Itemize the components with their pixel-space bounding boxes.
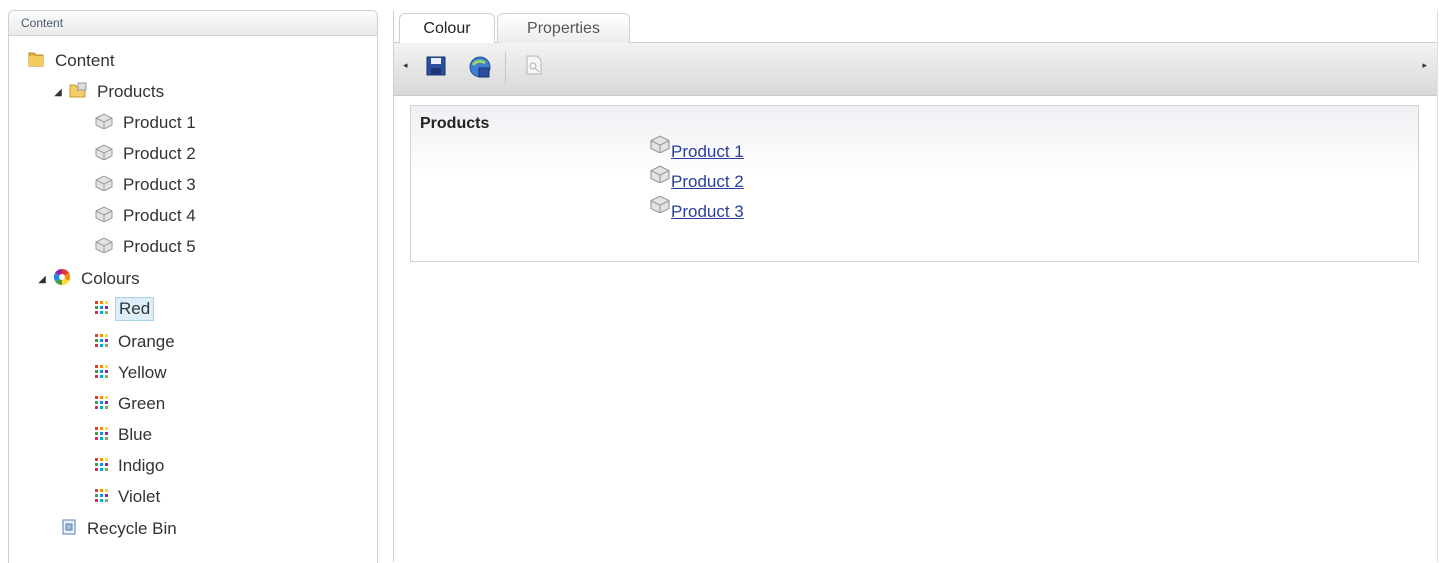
product-box-icon [95, 174, 113, 196]
editor-panel: Colour Properties ◂ ▸ Products Product 1… [393, 10, 1438, 562]
colour-grid-icon [95, 425, 108, 445]
tree-node-label-selected: Red [115, 297, 155, 321]
product-link[interactable]: Product 2 [671, 172, 744, 192]
tree-node-label: Indigo [118, 456, 165, 475]
preview-icon[interactable] [525, 55, 549, 79]
tree-node-violet[interactable]: Violet [95, 485, 163, 509]
tree-node-indigo[interactable]: Indigo [95, 454, 167, 478]
property-label: Products [420, 115, 490, 132]
recycle-bin-icon [61, 519, 77, 540]
product-box-icon [95, 236, 113, 258]
list-item: Product 2 [649, 165, 744, 195]
products-folder-icon [69, 81, 87, 104]
tree-node-label: Product 2 [123, 144, 196, 163]
product-link[interactable]: Product 1 [671, 142, 744, 162]
product-box-icon [649, 135, 671, 158]
linked-products-list: Product 1 Product 2 Product 3 [649, 135, 744, 225]
tree-node-product-1[interactable]: Product 1 [95, 111, 199, 135]
property-panel: Products Product 1 Product 2 Product 3 [410, 105, 1419, 262]
tree-node-content[interactable]: Content [27, 49, 118, 73]
tab-properties[interactable]: Properties [497, 13, 630, 43]
tree-node-orange[interactable]: Orange [95, 330, 178, 354]
tree-node-label: Violet [118, 487, 161, 506]
toolbar-divider [505, 52, 506, 84]
product-box-icon [649, 165, 671, 188]
tree-node-label: Products [97, 82, 165, 101]
tree-node-label: Yellow [118, 363, 167, 382]
tree-node-products[interactable]: ◢ Products [53, 80, 167, 104]
collapse-arrow-icon[interactable]: ◢ [37, 274, 47, 285]
colour-grid-icon [95, 299, 108, 319]
tree-node-blue[interactable]: Blue [95, 423, 155, 447]
colour-grid-icon [95, 363, 108, 383]
tree-node-label: Recycle Bin [87, 519, 177, 538]
tree-node-label: Product 3 [123, 175, 196, 194]
tree-node-label: Product 5 [123, 237, 196, 256]
folder-icon [27, 50, 45, 73]
colour-wheel-icon [53, 268, 71, 291]
tree-node-label: Orange [118, 332, 175, 351]
colour-grid-icon [95, 394, 108, 414]
save-publish-icon[interactable] [468, 55, 492, 79]
colour-grid-icon [95, 332, 108, 352]
list-item: Product 1 [649, 135, 744, 165]
colour-grid-icon [95, 487, 108, 507]
tab-colour[interactable]: Colour [399, 13, 495, 44]
product-box-icon [95, 143, 113, 165]
content-tree-panel: Content Content ◢ Products Product 1 Pro… [8, 10, 378, 563]
tree-node-label: Colours [81, 269, 140, 288]
tree-node-label: Product 1 [123, 113, 196, 132]
tree-node-recycle-bin[interactable]: Recycle Bin [61, 517, 180, 541]
product-box-icon [95, 112, 113, 134]
tree-node-red[interactable]: Red [95, 297, 155, 321]
product-box-icon [95, 205, 113, 227]
tree-node-label: Blue [118, 425, 153, 444]
tree-node-product-4[interactable]: Product 4 [95, 204, 199, 228]
tree-node-colours[interactable]: ◢ Colours [37, 267, 143, 291]
tree-node-label: Content [55, 51, 115, 70]
tab-bar: Colour Properties [394, 10, 1437, 44]
scroll-left-icon[interactable]: ◂ [403, 60, 408, 71]
toolbar: ◂ ▸ [394, 43, 1437, 96]
list-item: Product 3 [649, 195, 744, 225]
tree-node-label: Product 4 [123, 206, 196, 225]
collapse-arrow-icon[interactable]: ◢ [53, 87, 63, 98]
panel-title: Content [9, 11, 377, 36]
scroll-right-icon[interactable]: ▸ [1422, 60, 1427, 71]
tree-node-green[interactable]: Green [95, 392, 168, 416]
tree-node-product-2[interactable]: Product 2 [95, 142, 199, 166]
product-link[interactable]: Product 3 [671, 202, 744, 222]
tree-node-label: Green [118, 394, 166, 413]
colour-grid-icon [95, 456, 108, 476]
tree-node-product-3[interactable]: Product 3 [95, 173, 199, 197]
product-box-icon [649, 195, 671, 218]
save-icon[interactable] [425, 55, 449, 79]
tree-node-product-5[interactable]: Product 5 [95, 235, 199, 259]
tree-node-yellow[interactable]: Yellow [95, 361, 170, 385]
